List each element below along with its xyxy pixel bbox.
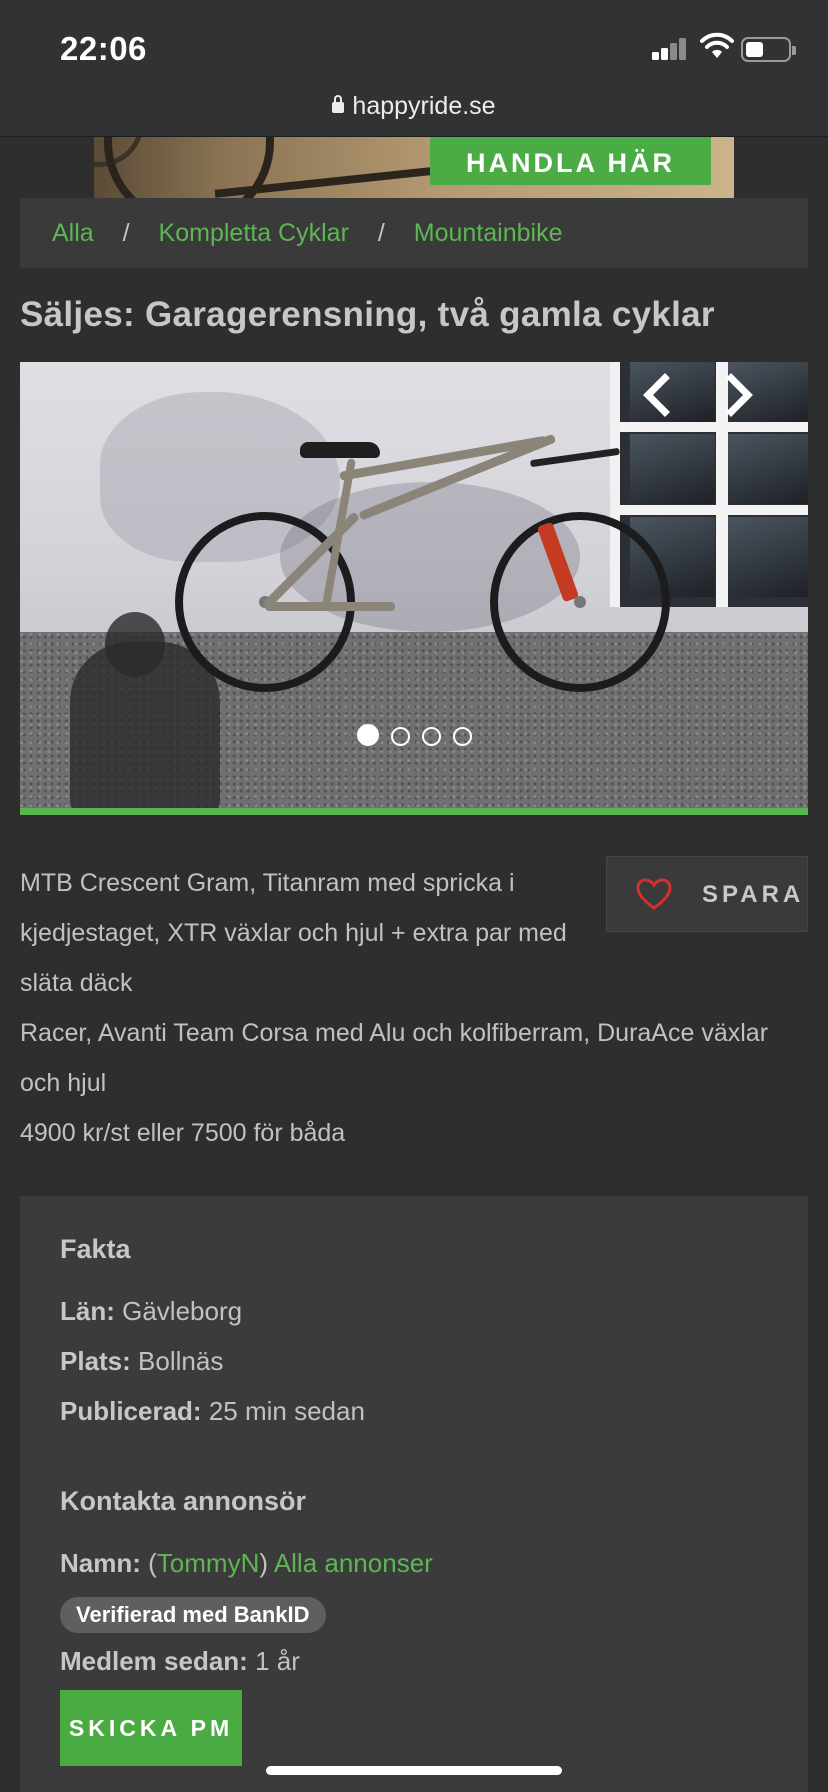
description-paragraph: MTB Crescent Gram, Titanram med spricka … bbox=[20, 869, 567, 997]
save-button[interactable]: SPARA bbox=[606, 856, 808, 932]
fact-label: Län: bbox=[60, 1296, 115, 1326]
fact-value: Gävleborg bbox=[122, 1296, 243, 1326]
address-bar[interactable]: happyride.se bbox=[0, 92, 828, 121]
wifi-icon bbox=[700, 32, 734, 60]
fact-label: Publicerad: bbox=[60, 1396, 202, 1426]
send-pm-button[interactable]: SKICKA PM bbox=[60, 1690, 242, 1766]
verified-badge: Verifierad med BankID bbox=[60, 1597, 326, 1633]
url-text: happyride.se bbox=[352, 92, 496, 120]
page-title: Säljes: Garagerensning, två gamla cyklar bbox=[20, 295, 715, 334]
breadcrumb: Alla / Kompletta Cyklar / Mountainbike bbox=[20, 198, 808, 268]
facts-panel: Fakta Län: Gävleborg Plats: Bollnäs Publ… bbox=[20, 1196, 808, 1792]
banner-cta-button[interactable]: HANDLA HÄR bbox=[430, 137, 711, 185]
heart-icon bbox=[635, 877, 673, 911]
fact-value: 1 år bbox=[255, 1646, 300, 1676]
fact-label: Namn: bbox=[60, 1548, 141, 1578]
banner-ad[interactable]: HANDLA HÄR bbox=[94, 137, 734, 198]
clock: 22:06 bbox=[60, 30, 147, 67]
fact-value: 25 min sedan bbox=[208, 1396, 365, 1426]
facts-heading: Fakta bbox=[60, 1234, 131, 1264]
fact-value: Bollnäs bbox=[138, 1346, 224, 1376]
username-link[interactable]: TommyN bbox=[157, 1548, 260, 1578]
breadcrumb-item-alla[interactable]: Alla bbox=[52, 219, 94, 247]
carousel-dot[interactable] bbox=[421, 727, 441, 746]
all-ads-link[interactable]: Alla annonser bbox=[274, 1548, 433, 1578]
image-carousel[interactable] bbox=[20, 362, 808, 808]
chevron-left-icon[interactable] bbox=[635, 372, 681, 418]
carousel-dot[interactable] bbox=[356, 724, 379, 746]
description-paragraph: Racer, Avanti Team Corsa med Alu och kol… bbox=[20, 1019, 769, 1097]
breadcrumb-item-mountainbike[interactable]: Mountainbike bbox=[414, 219, 563, 247]
breadcrumb-separator: / bbox=[377, 219, 385, 247]
chevron-right-icon[interactable] bbox=[717, 372, 763, 418]
description-paragraph: 4900 kr/st eller 7500 för båda bbox=[20, 1119, 346, 1147]
fact-label: Plats: bbox=[60, 1346, 131, 1376]
breadcrumb-separator: / bbox=[122, 219, 130, 247]
carousel-dot[interactable] bbox=[390, 727, 410, 746]
save-button-label: SPARA bbox=[702, 881, 805, 908]
carousel-dot[interactable] bbox=[452, 727, 472, 746]
contact-name: Namn: (TommyN) Alla annonser bbox=[60, 1548, 433, 1578]
contact-heading: Kontakta annonsör bbox=[60, 1486, 307, 1516]
breadcrumb-item-kompletta-cyklar[interactable]: Kompletta Cyklar bbox=[159, 219, 349, 247]
status-bar: 22:06 happyride.se bbox=[0, 0, 828, 137]
battery-icon bbox=[741, 37, 796, 62]
fact-label: Medlem sedan: bbox=[60, 1646, 248, 1676]
fact-publicerad: Publicerad: 25 min sedan bbox=[60, 1396, 365, 1427]
signal-icon bbox=[652, 36, 688, 60]
carousel-progress-bar bbox=[20, 808, 808, 815]
carousel-indicators bbox=[20, 724, 808, 751]
home-indicator[interactable] bbox=[266, 1766, 562, 1775]
lock-icon bbox=[332, 95, 345, 113]
member-since: Medlem sedan: 1 år bbox=[60, 1646, 300, 1677]
fact-plats: Plats: Bollnäs bbox=[60, 1346, 223, 1377]
fact-lan: Län: Gävleborg bbox=[60, 1296, 242, 1327]
